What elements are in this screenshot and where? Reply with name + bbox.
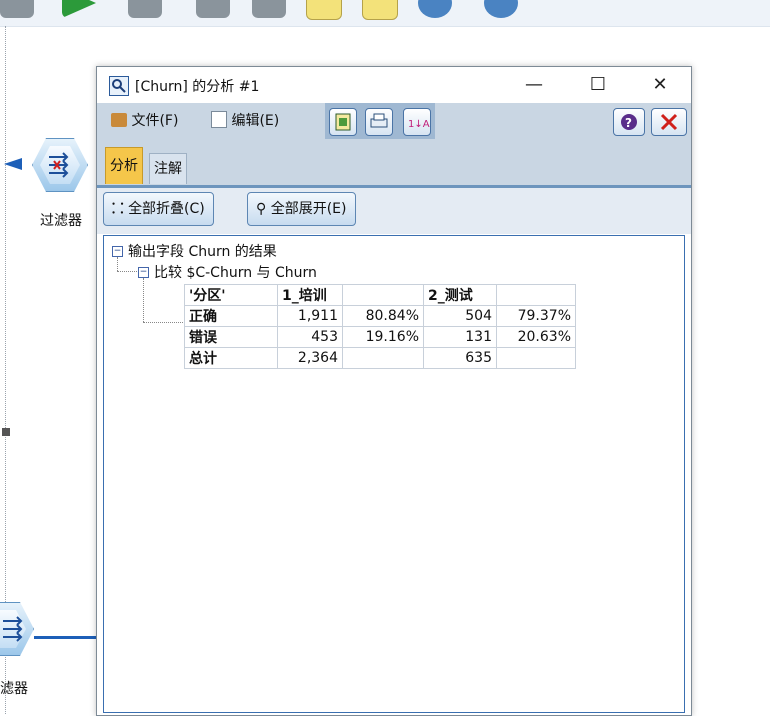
tree-root-label: 输出字段 Churn 的结果 <box>128 244 277 260</box>
search-icon <box>109 76 129 96</box>
table-header-cell <box>496 284 576 306</box>
filter-node-icon[interactable] <box>0 602 34 656</box>
print-icon <box>370 113 388 128</box>
node-label: 滤器 <box>0 681 28 697</box>
tree-connector <box>117 257 118 271</box>
print-button[interactable] <box>365 108 393 136</box>
note-icon[interactable] <box>362 0 398 20</box>
toolbar-node-icon[interactable] <box>252 0 286 18</box>
table-row: 总计 2,364 635 <box>184 347 576 369</box>
tree-toggle-icon[interactable]: − <box>112 246 123 257</box>
connector-line <box>34 636 96 639</box>
table-header-cell <box>342 284 424 306</box>
action-bar: ⸬ 全部折叠(C) ⚲ 全部展开(E) <box>97 188 691 234</box>
resize-handle[interactable] <box>2 428 10 436</box>
table-cell: 131 <box>423 326 497 348</box>
sort-button[interactable]: 1↓A <box>403 108 431 136</box>
table-cell: 2,364 <box>277 347 343 369</box>
results-panel: − 输出字段 Churn 的结果 − 比较 $C-Churn 与 Churn '… <box>103 235 685 713</box>
sort-icon: 1↓A <box>408 119 430 130</box>
table-row-label: 总计 <box>184 347 278 369</box>
node-label: 过滤器 <box>40 213 82 229</box>
tree-toggle-icon[interactable]: − <box>138 267 149 278</box>
globe-icon[interactable] <box>418 0 452 18</box>
copy-icon <box>335 113 351 131</box>
table-row-label: 错误 <box>184 326 278 348</box>
tree-connector <box>117 271 137 272</box>
edit-menu[interactable]: 编辑(E) <box>207 109 283 133</box>
menu-bar: 文件(F) 编辑(E) 1↓A ? <box>97 103 691 139</box>
table-cell <box>342 347 424 369</box>
help-button[interactable]: ? <box>613 108 645 136</box>
title-bar[interactable]: [Churn] 的分析 #1 — ☐ ✕ <box>97 67 691 103</box>
close-red-icon <box>660 113 678 131</box>
close-tool-button[interactable] <box>651 108 687 136</box>
table-cell: 20.63% <box>496 326 576 348</box>
svg-text:1↓A: 1↓A <box>408 119 430 130</box>
table-cell: 504 <box>423 305 497 327</box>
collapse-icon: ⸬ <box>112 201 124 217</box>
maximize-button[interactable]: ☐ <box>575 67 621 103</box>
table-row: 错误 453 19.16% 131 20.63% <box>184 326 576 348</box>
close-button[interactable]: ✕ <box>637 67 683 103</box>
help-icon: ? <box>621 114 637 130</box>
table-header-cell: 1_培训 <box>277 284 343 306</box>
results-table: '分区' 1_培训 2_测试 正确 1,911 80.84% 504 79.37… <box>184 284 576 369</box>
tab-analysis[interactable]: 分析 <box>105 147 143 184</box>
file-menu-label: 文件(F) <box>131 113 179 129</box>
analysis-window: [Churn] 的分析 #1 — ☐ ✕ 文件(F) 编辑(E) 1↓A ? 分… <box>96 66 692 716</box>
tree-connector <box>143 278 144 322</box>
toolbar-node-icon[interactable] <box>196 0 230 18</box>
edit-icon <box>211 111 227 128</box>
canvas-toolbar <box>0 0 770 27</box>
tree-child-label: 比较 $C-Churn 与 Churn <box>154 265 317 281</box>
file-icon <box>111 113 127 127</box>
collapse-all-label: 全部折叠(C) <box>128 201 205 217</box>
tab-annotation[interactable]: 注解 <box>149 153 187 184</box>
note-icon[interactable] <box>306 0 342 20</box>
svg-text:?: ? <box>625 116 632 130</box>
expand-icon: ⚲ <box>256 201 267 217</box>
window-title: [Churn] 的分析 #1 <box>135 79 260 95</box>
expand-all-button[interactable]: ⚲ 全部展开(E) <box>247 192 356 226</box>
table-header-row: '分区' 1_培训 2_测试 <box>184 284 576 306</box>
table-row: 正确 1,911 80.84% 504 79.37% <box>184 305 576 327</box>
run-icon[interactable] <box>62 0 96 18</box>
table-header-cell: 2_测试 <box>423 284 497 306</box>
table-cell: 79.37% <box>496 305 576 327</box>
table-cell: 635 <box>423 347 497 369</box>
toolbar-node-icon[interactable] <box>128 0 162 18</box>
expand-all-label: 全部展开(E) <box>270 201 347 217</box>
toolbar-node-icon[interactable] <box>0 0 34 18</box>
file-menu[interactable]: 文件(F) <box>107 109 182 133</box>
table-cell: 453 <box>277 326 343 348</box>
tree-connector <box>143 322 183 323</box>
filter-node-icon[interactable] <box>32 138 88 192</box>
table-row-label: 正确 <box>184 305 278 327</box>
minimize-button[interactable]: — <box>511 67 557 103</box>
copy-button[interactable] <box>329 108 357 136</box>
globe-icon[interactable] <box>484 0 518 18</box>
table-cell: 19.16% <box>342 326 424 348</box>
collapse-all-button[interactable]: ⸬ 全部折叠(C) <box>103 192 214 226</box>
table-cell <box>496 347 576 369</box>
tab-strip: 分析 注解 <box>97 139 691 188</box>
table-cell: 80.84% <box>342 305 424 327</box>
table-header-cell: '分区' <box>184 284 278 306</box>
table-cell: 1,911 <box>277 305 343 327</box>
edit-menu-label: 编辑(E) <box>231 113 280 129</box>
